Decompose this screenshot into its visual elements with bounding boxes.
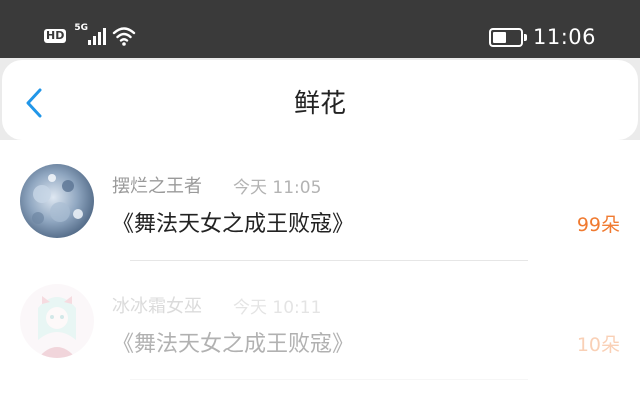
status-right: 11:06 <box>488 22 596 52</box>
avatar <box>20 164 94 238</box>
book-title: 《舞法天女之成王败寇》 <box>112 212 355 237</box>
page-title: 鲜花 <box>293 89 346 119</box>
battery-icon <box>488 27 527 47</box>
network-type-label: 5G <box>74 23 88 33</box>
nav-bar: 鲜花 <box>2 60 638 140</box>
sender-name: 摆烂之王者 <box>112 176 202 197</box>
book-title: 《舞法天女之成王败寇》 <box>112 332 355 357</box>
status-indicators: HD 5G <box>44 23 136 48</box>
flower-count: 10朵 <box>576 334 620 356</box>
flower-list: 摆烂之王者 今天 11:05 《舞法天女之成王败寇》 99朵 冰冰霜女巫 今天 … <box>0 140 640 401</box>
timestamp: 今天 11:05 <box>233 178 322 198</box>
cellular-signal-icon: 5G <box>74 23 107 47</box>
hd-badge: HD <box>44 29 67 43</box>
flower-count: 99朵 <box>576 214 620 236</box>
status-time: 11:06 <box>532 25 596 49</box>
divider <box>130 379 528 380</box>
timestamp: 今天 10:11 <box>233 298 322 318</box>
status-bar: HD 5G 11:06 <box>0 0 640 58</box>
list-item[interactable]: 冰冰霜女巫 今天 10:11 《舞法天女之成王败寇》 10朵 <box>0 261 640 381</box>
sender-name: 冰冰霜女巫 <box>112 296 202 317</box>
list-item[interactable]: 摆烂之王者 今天 11:05 《舞法天女之成王败寇》 99朵 <box>0 140 640 261</box>
wifi-icon <box>113 27 136 46</box>
avatar <box>20 284 94 358</box>
